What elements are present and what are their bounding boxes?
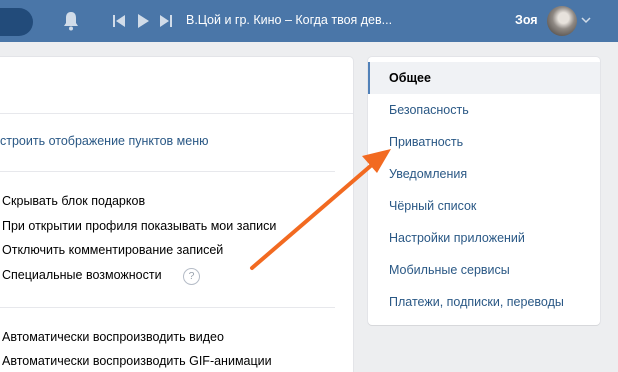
search-input[interactable]: [0, 8, 33, 36]
nav-item-privacy[interactable]: Приватность: [368, 126, 600, 158]
help-icon[interactable]: ?: [183, 268, 200, 285]
nav-item-app-settings[interactable]: Настройки приложений: [368, 222, 600, 254]
menu-settings-link[interactable]: строить отображение пунктов меню: [0, 134, 208, 148]
top-header: В.Цой и гр. Кино – Когда твоя дев... Зоя: [0, 0, 618, 42]
option-show-my-posts[interactable]: При открытии профиля показывать мои запи…: [2, 219, 276, 233]
play-icon[interactable]: [136, 13, 150, 29]
nav-item-blacklist[interactable]: Чёрный список: [368, 190, 600, 222]
avatar[interactable]: [547, 6, 577, 36]
next-icon[interactable]: [159, 13, 173, 29]
user-name[interactable]: Зоя: [515, 13, 538, 27]
nav-item-security[interactable]: Безопасность: [368, 94, 600, 126]
option-accessibility[interactable]: Специальные возможности: [2, 268, 162, 282]
divider: [0, 113, 353, 114]
track-title[interactable]: В.Цой и гр. Кино – Когда твоя дев...: [186, 13, 392, 27]
prev-icon[interactable]: [112, 13, 126, 29]
nav-item-payments[interactable]: Платежи, подписки, переводы: [368, 286, 600, 318]
option-hide-gifts[interactable]: Скрывать блок подарков: [2, 194, 145, 208]
divider: [0, 307, 335, 308]
nav-item-general[interactable]: Общее: [368, 62, 600, 94]
nav-item-mobile-services[interactable]: Мобильные сервисы: [368, 254, 600, 286]
chevron-down-icon[interactable]: [581, 16, 591, 24]
settings-nav: Общее Безопасность Приватность Уведомлен…: [368, 57, 600, 325]
option-autoplay-gif[interactable]: Автоматически воспроизводить GIF-анимаци…: [2, 354, 272, 368]
nav-item-notifications[interactable]: Уведомления: [368, 158, 600, 190]
option-autoplay-video[interactable]: Автоматически воспроизводить видео: [2, 330, 224, 344]
settings-card: строить отображение пунктов меню Скрыват…: [0, 57, 353, 372]
bell-icon[interactable]: [62, 11, 80, 31]
divider: [0, 171, 335, 172]
option-disable-comments[interactable]: Отключить комментирование записей: [2, 243, 223, 257]
